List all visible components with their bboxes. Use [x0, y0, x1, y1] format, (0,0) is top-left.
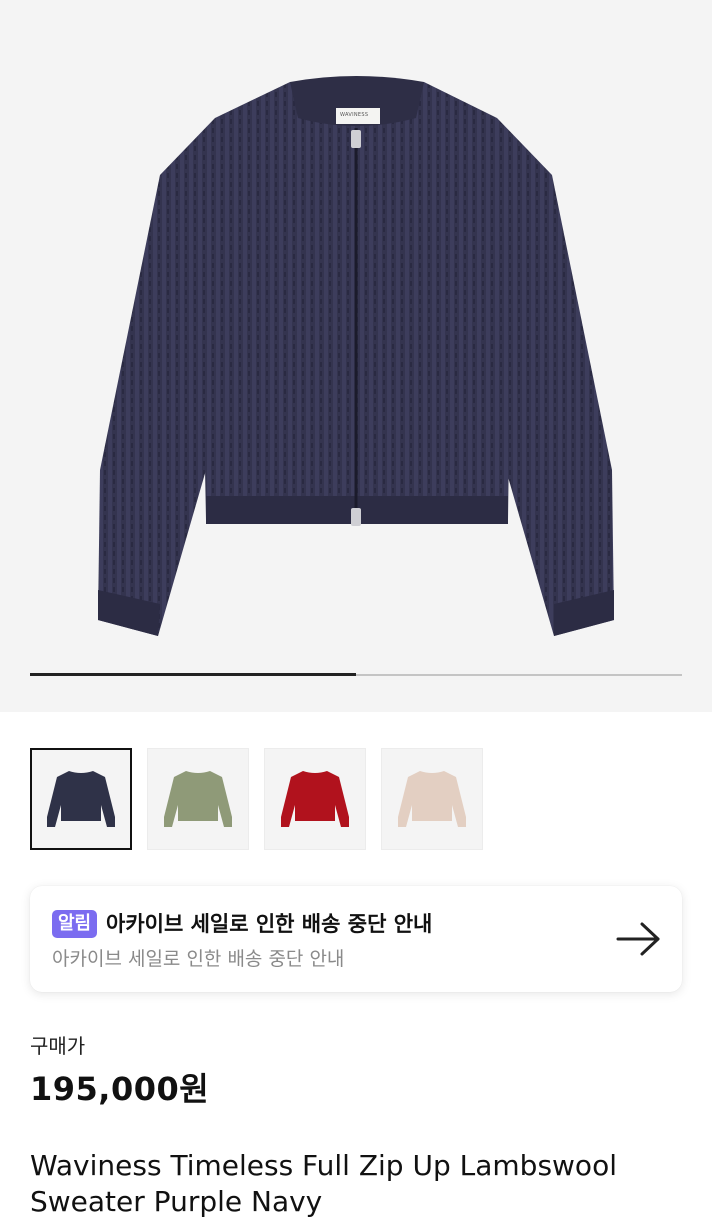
product-image-gallery[interactable]: WAVINESS	[0, 0, 712, 712]
notice-subtitle: 아카이브 세일로 인한 배송 중단 안내	[52, 948, 345, 970]
gallery-progress-bar	[30, 673, 682, 676]
thumbnail-olive[interactable]	[147, 748, 249, 850]
thumbnail-sweater-image	[281, 771, 349, 827]
notice-badge: 알림	[52, 910, 98, 938]
thumbnail-beige[interactable]	[381, 748, 483, 850]
thumbnail-sweater-image	[164, 771, 232, 827]
thumbnail-navy[interactable]	[30, 748, 132, 850]
price-value: 195,000원	[30, 1070, 210, 1108]
thumbnail-sweater-image	[47, 771, 115, 827]
thumbnail-red[interactable]	[264, 748, 366, 850]
arrow-right-icon[interactable]	[616, 920, 662, 958]
gallery-progress-fill	[30, 673, 356, 676]
product-name: Waviness Timeless Full Zip Up Lambswool …	[30, 1149, 617, 1218]
price-label: 구매가	[30, 1034, 86, 1058]
thumbnail-sweater-image	[398, 771, 466, 827]
garment-label-text: WAVINESS	[340, 112, 369, 118]
notice-title: 아카이브 세일로 인한 배송 중단 안내	[106, 912, 433, 936]
notice-banner[interactable]: 알림 아카이브 세일로 인한 배송 중단 안내 아카이브 세일로 인한 배송 중…	[30, 886, 682, 992]
sweater-image	[98, 76, 614, 636]
